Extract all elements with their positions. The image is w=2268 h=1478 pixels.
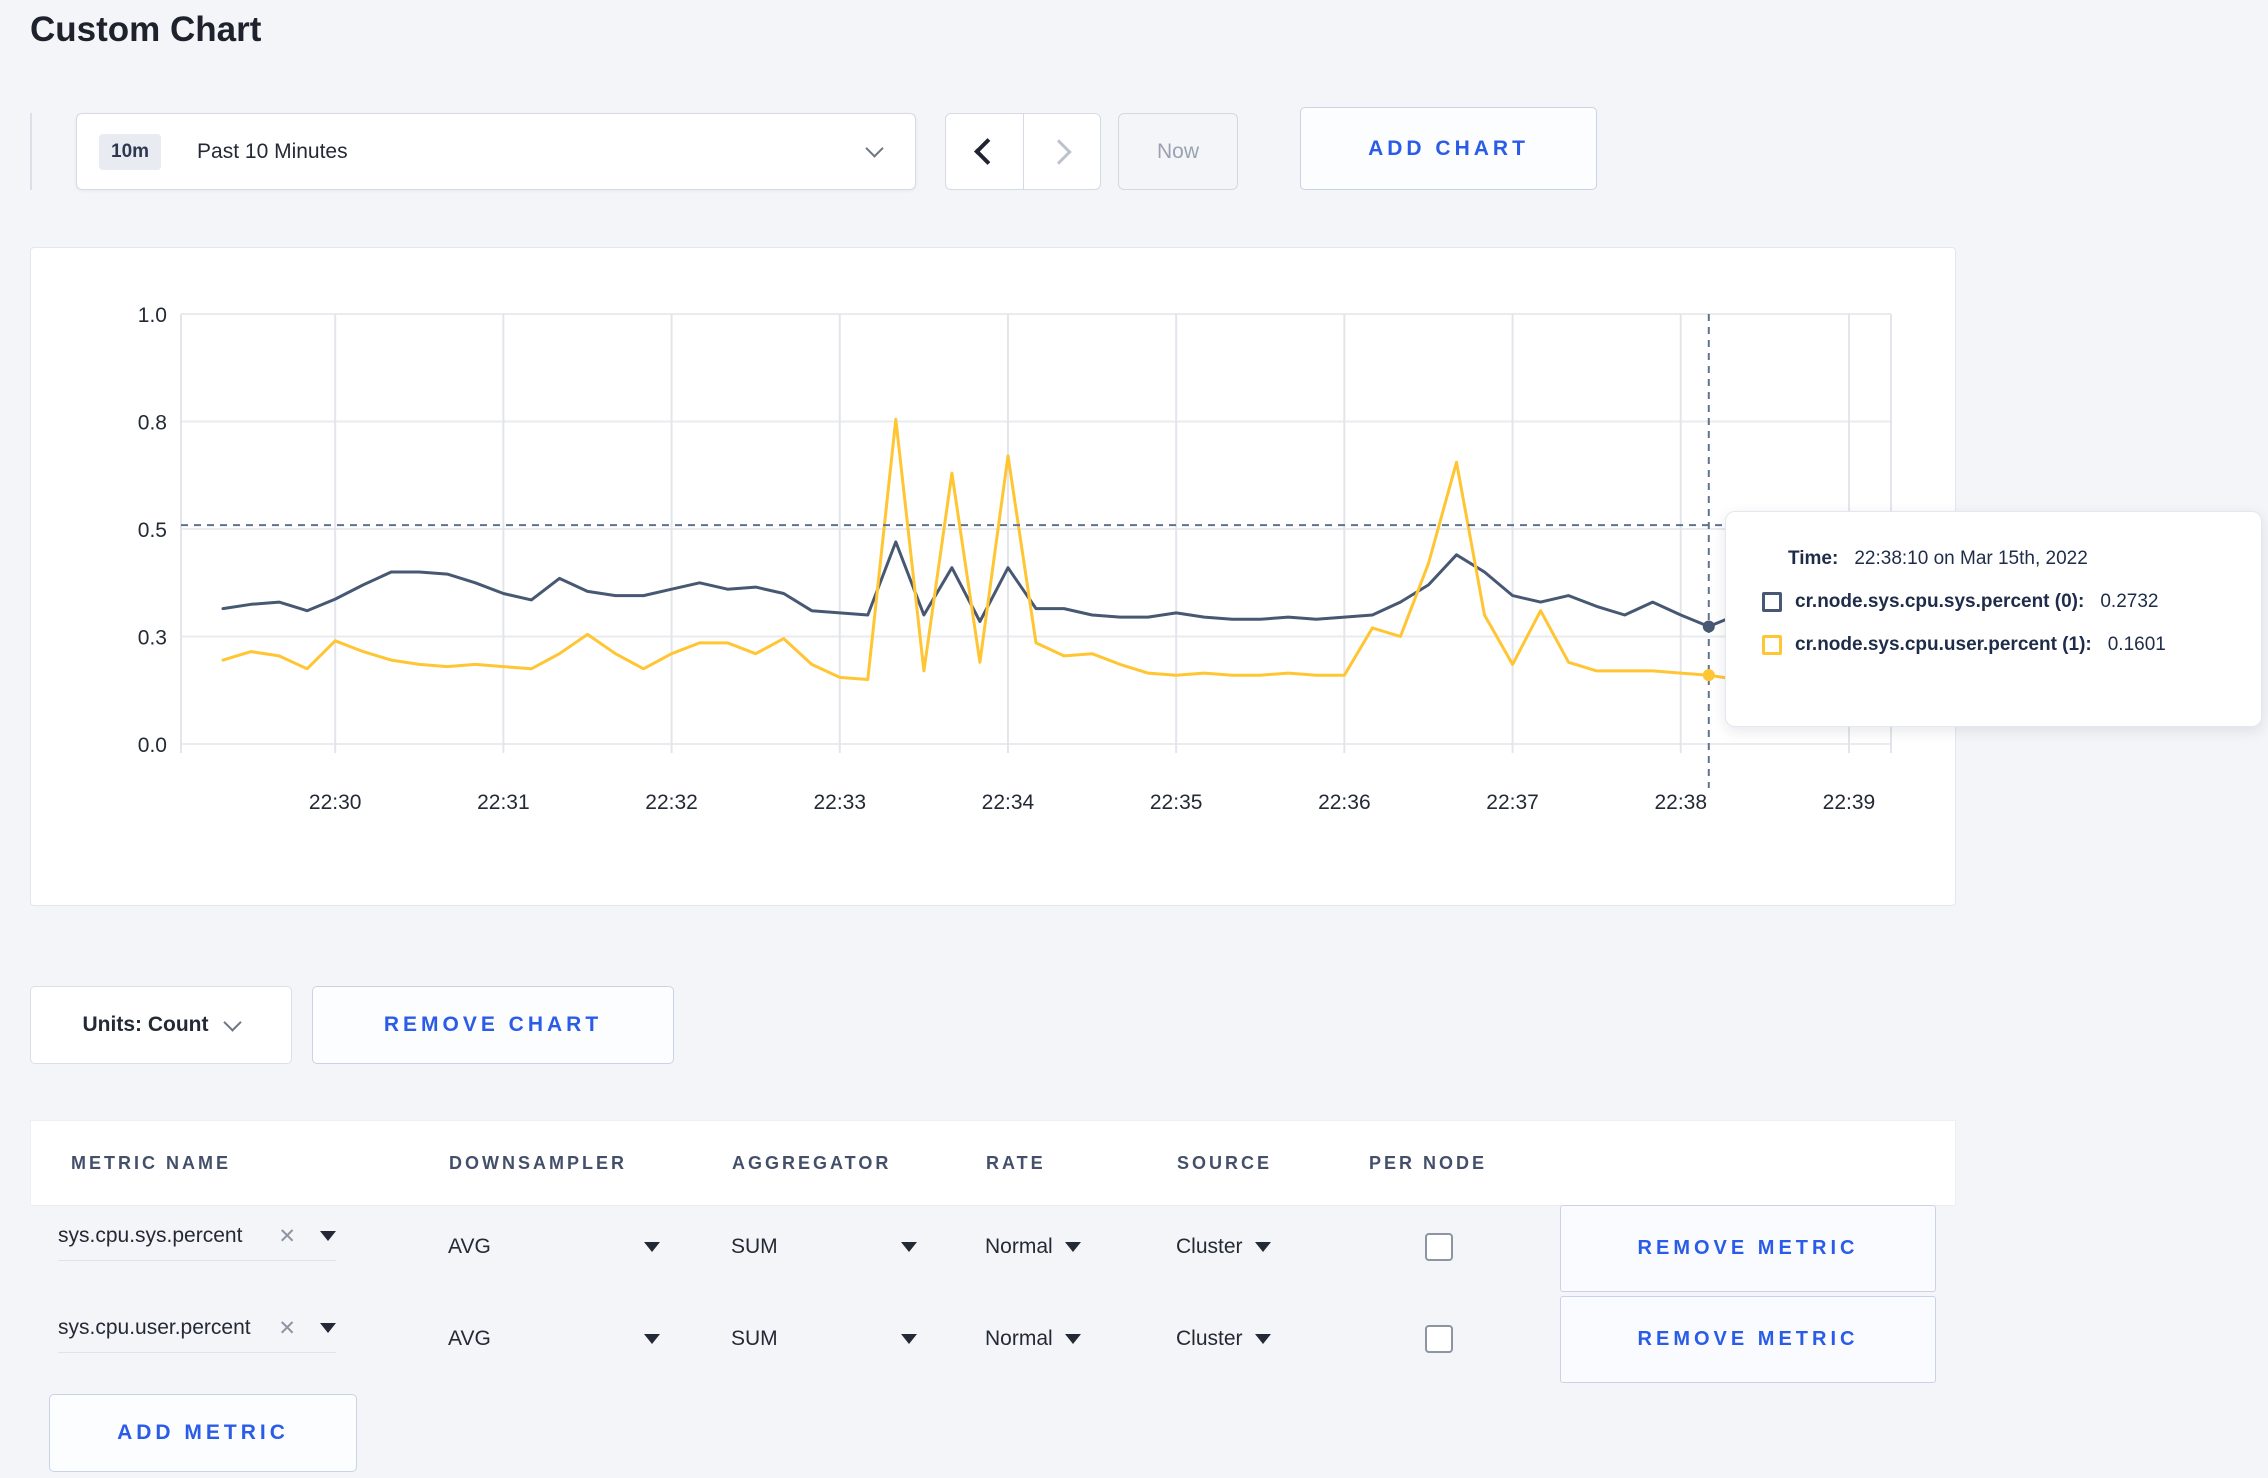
now-button[interactable]: Now [1118, 113, 1238, 190]
chart-hover-tooltip: Time: 22:38:10 on Mar 15th, 2022 cr.node.… [1725, 511, 2262, 727]
per-node-checkbox[interactable] [1425, 1233, 1453, 1261]
add-metric-button[interactable]: ADD METRIC [49, 1394, 357, 1472]
caret-down-icon [320, 1231, 336, 1241]
remove-chart-button[interactable]: REMOVE CHART [312, 986, 674, 1064]
column-header-per-node: PER NODE [1369, 1152, 1488, 1173]
source-value: Cluster [1176, 1235, 1243, 1258]
caret-down-icon [644, 1334, 660, 1344]
hover-point [1702, 669, 1715, 682]
tooltip-time-row: Time: 22:38:10 on Mar 15th, 2022 [1788, 548, 2261, 570]
source-select[interactable]: Cluster [1176, 1235, 1271, 1259]
y-axis-tick-label: 1.0 [138, 304, 167, 327]
rate-value: Normal [985, 1235, 1053, 1258]
chevron-right-icon [1046, 138, 1072, 165]
tooltip-series-value: 0.1601 [2107, 634, 2166, 655]
column-header-source: SOURCE [1177, 1152, 1273, 1173]
units-label: Units: Count [82, 1013, 209, 1036]
caret-down-icon [1254, 1334, 1271, 1344]
add-chart-button[interactable]: ADD CHART [1300, 107, 1597, 190]
x-axis-tick-label: 22:38 [1654, 791, 1707, 814]
time-forward-button[interactable] [1022, 114, 1101, 189]
series-line [221, 540, 1879, 628]
column-header-metric-name: METRIC NAME [71, 1152, 231, 1173]
timeseries-chart[interactable]: 22:30 22:31 22:32 22:33 22:34 22:35 22:36 22:37… [31, 248, 1955, 905]
metrics-table-header: METRIC NAME DOWNSAMPLER AGGREGATOR RATE … [30, 1120, 1956, 1206]
column-header-aggregator: AGGREGATOR [732, 1152, 892, 1173]
caret-down-icon [1064, 1242, 1081, 1252]
hover-point [1702, 620, 1715, 633]
source-value: Cluster [1176, 1327, 1243, 1350]
x-axis-tick-label: 22:32 [645, 791, 698, 814]
tooltip-series-name: cr.node.sys.cpu.user.percent (1): [1795, 634, 2092, 655]
tooltip-series-name: cr.node.sys.cpu.sys.percent (0): [1795, 591, 2085, 612]
x-axis-tick-label: 22:33 [813, 791, 866, 814]
time-back-button[interactable] [946, 114, 1023, 189]
remove-metric-button[interactable]: REMOVE METRIC [1560, 1296, 1936, 1383]
metric-name-select[interactable]: sys.cpu.user.percent ✕ [58, 1316, 336, 1353]
downsampler-select[interactable]: AVG [448, 1327, 660, 1351]
x-axis-tick-label: 22:31 [477, 791, 530, 814]
tooltip-time-value: 22:38:10 on Mar 15th, 2022 [1854, 548, 2088, 569]
clear-metric-icon[interactable]: ✕ [278, 1226, 296, 1247]
per-node-checkbox[interactable] [1425, 1325, 1453, 1353]
tooltip-series-row: cr.node.sys.cpu.user.percent (1): 0.1601 [1762, 634, 2261, 656]
clear-metric-icon[interactable]: ✕ [278, 1318, 296, 1339]
x-axis-tick-label: 22:30 [309, 791, 362, 814]
x-axis-tick-label: 22:36 [1318, 791, 1371, 814]
downsampler-value: AVG [448, 1327, 491, 1350]
time-window-badge: 10m [99, 133, 162, 170]
tooltip-series-value: 0.2732 [2100, 591, 2159, 612]
column-header-downsampler: DOWNSAMPLER [449, 1152, 627, 1173]
aggregator-select[interactable]: SUM [731, 1235, 917, 1259]
y-axis-tick-label: 0.0 [138, 734, 167, 757]
caret-down-icon [320, 1323, 336, 1333]
units-dropdown[interactable]: Units: Count [30, 986, 292, 1064]
time-nav-group [945, 113, 1101, 190]
tooltip-time-label: Time: [1788, 548, 1839, 569]
y-axis-tick-label: 0.3 [138, 627, 167, 650]
aggregator-select[interactable]: SUM [731, 1327, 917, 1351]
downsampler-value: AVG [448, 1235, 491, 1258]
rate-value: Normal [985, 1327, 1053, 1350]
series-line [221, 417, 1879, 681]
remove-metric-button[interactable]: REMOVE METRIC [1560, 1205, 1936, 1292]
rate-select[interactable]: Normal [985, 1327, 1081, 1351]
caret-down-icon [901, 1242, 917, 1252]
x-axis-tick-label: 22:35 [1150, 791, 1203, 814]
aggregator-value: SUM [731, 1327, 778, 1350]
caret-down-icon [1064, 1334, 1081, 1344]
source-select[interactable]: Cluster [1176, 1327, 1271, 1351]
toolbar-divider [30, 113, 32, 190]
page-title: Custom Chart [30, 10, 262, 49]
aggregator-value: SUM [731, 1235, 778, 1258]
series-swatch-user-icon [1762, 635, 1782, 655]
metric-name-select[interactable]: sys.cpu.sys.percent ✕ [58, 1224, 336, 1261]
caret-down-icon [644, 1242, 660, 1252]
x-axis-tick-label: 22:34 [982, 791, 1035, 814]
column-header-rate: RATE [986, 1152, 1046, 1173]
x-axis-tick-label: 22:37 [1486, 791, 1539, 814]
downsampler-select[interactable]: AVG [448, 1235, 660, 1259]
time-window-label: Past 10 Minutes [197, 139, 348, 163]
y-axis-tick-label: 0.8 [138, 412, 167, 435]
chevron-down-icon [865, 139, 884, 158]
rate-select[interactable]: Normal [985, 1235, 1081, 1259]
x-axis-tick-label: 22:39 [1823, 791, 1876, 814]
chart-card: 22:30 22:31 22:32 22:33 22:34 22:35 22:36 22:37… [30, 247, 1956, 906]
time-window-dropdown[interactable]: 10m Past 10 Minutes [76, 113, 916, 190]
caret-down-icon [901, 1334, 917, 1344]
metric-name-value: sys.cpu.sys.percent [58, 1224, 243, 1247]
tooltip-series-row: cr.node.sys.cpu.sys.percent (0): 0.2732 [1762, 591, 2261, 613]
metric-name-value: sys.cpu.user.percent [58, 1316, 251, 1339]
series-swatch-sys-icon [1762, 592, 1782, 612]
chevron-down-icon [223, 1012, 243, 1032]
y-axis-tick-label: 0.5 [138, 519, 167, 542]
chevron-left-icon [973, 138, 1001, 165]
caret-down-icon [1254, 1242, 1271, 1252]
